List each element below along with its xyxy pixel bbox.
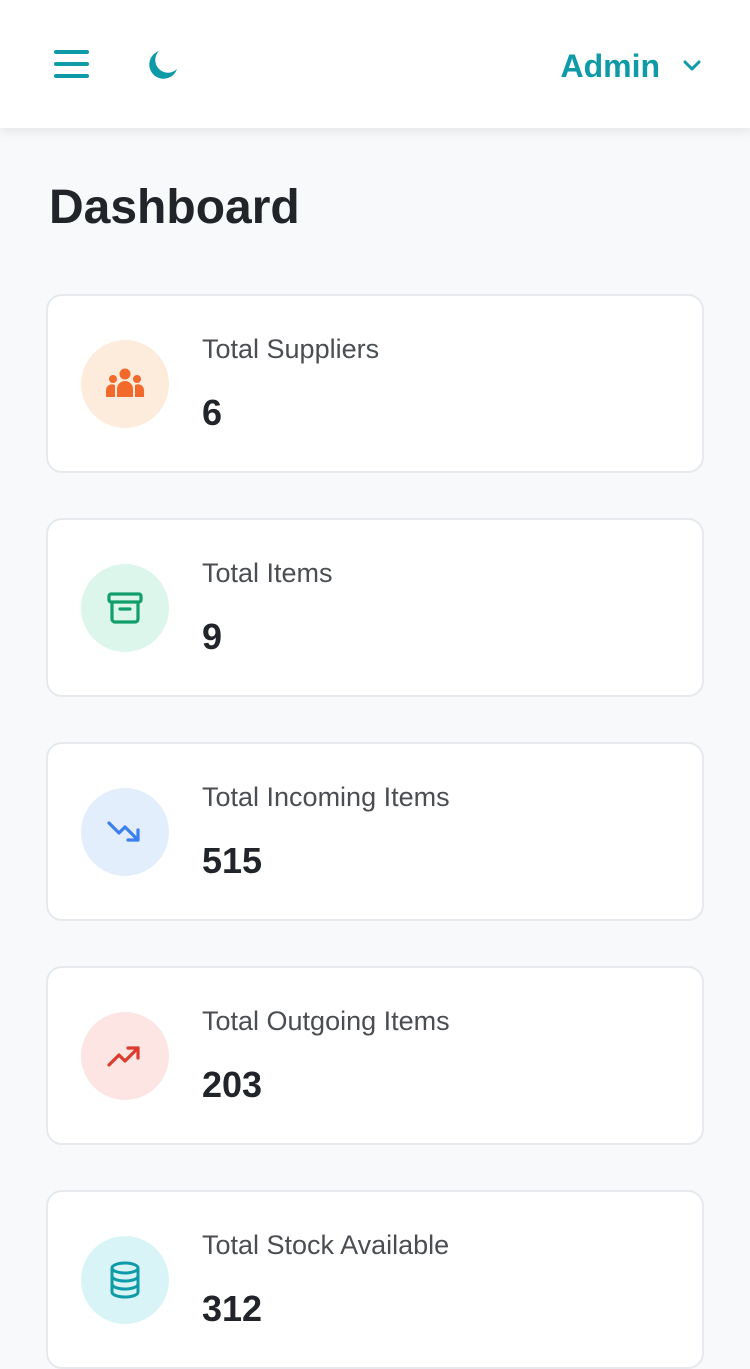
chevron-down-icon — [683, 60, 701, 71]
moon-icon — [149, 51, 177, 79]
stat-card-incoming: Total Incoming Items 515 — [46, 742, 704, 921]
stat-card-items: Total Items 9 — [46, 518, 704, 697]
stat-card-stock: Total Stock Available 312 — [46, 1190, 704, 1369]
stat-value: 9 — [202, 616, 223, 657]
user-menu-dropdown[interactable]: Admin — [560, 40, 702, 92]
stat-icon-circle — [81, 564, 169, 652]
stat-card-suppliers: Total Suppliers 6 — [46, 294, 704, 473]
stat-value: 312 — [202, 1288, 263, 1329]
page-title: Dashboard — [49, 181, 300, 234]
top-navbar: Admin — [0, 0, 750, 128]
menu-toggle-button[interactable] — [48, 40, 96, 88]
users-icon — [106, 368, 144, 397]
stat-label: Total Items — [202, 558, 333, 588]
stat-value: 515 — [202, 840, 263, 881]
stat-card-outgoing: Total Outgoing Items 203 — [46, 966, 704, 1145]
user-name: Admin — [560, 47, 660, 84]
trending-up-icon — [107, 1046, 140, 1067]
stat-value: 203 — [202, 1064, 263, 1105]
theme-toggle-button[interactable] — [140, 42, 186, 88]
stat-label: Total Outgoing Items — [202, 1006, 450, 1036]
hamburger-menu-icon — [54, 50, 89, 78]
stat-icon-circle — [81, 788, 169, 876]
stat-label: Total Suppliers — [202, 334, 380, 364]
trending-down-icon — [107, 821, 140, 842]
archive-box-icon — [107, 592, 143, 624]
stat-icon-circle — [81, 1236, 169, 1324]
database-icon — [110, 1261, 140, 1299]
stat-icon-circle — [81, 1012, 169, 1100]
stat-label: Total Incoming Items — [202, 782, 450, 812]
stat-icon-circle — [81, 340, 169, 428]
stat-label: Total Stock Available — [202, 1230, 450, 1260]
stat-value: 6 — [202, 392, 223, 433]
